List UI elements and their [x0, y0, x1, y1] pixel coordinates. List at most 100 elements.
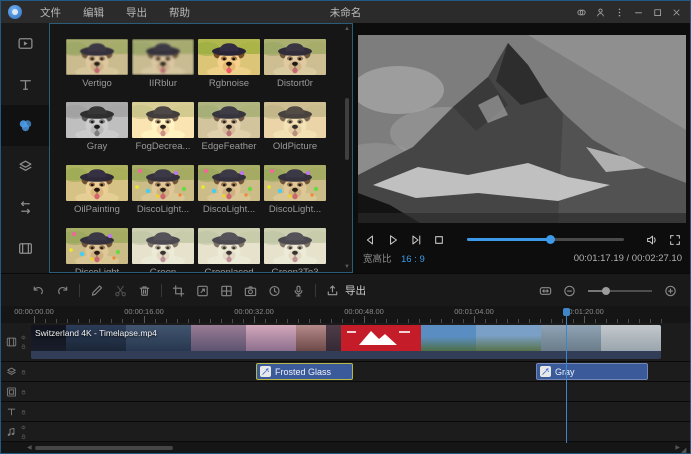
filter-thumbnail: [66, 39, 128, 75]
zoom-out-icon[interactable]: [562, 283, 577, 298]
zoom-in-icon[interactable]: [663, 283, 678, 298]
filter-clip[interactable]: Gray: [536, 363, 648, 380]
trash-icon: [137, 283, 152, 299]
filters-icon: [17, 117, 34, 134]
play-button[interactable]: [386, 232, 400, 246]
horizontal-scrollbar[interactable]: ◀ ▶: [1, 443, 690, 453]
sidebar-item-media[interactable]: [1, 23, 49, 64]
trash-icon[interactable]: [137, 283, 152, 298]
speaker-sm-icon[interactable]: [20, 334, 27, 341]
filter-item[interactable]: OilPainting: [66, 165, 128, 228]
scroll-left-icon[interactable]: ◀: [27, 444, 32, 451]
timecode-display: 00:01:17.19 / 00:02:27.10: [574, 253, 682, 264]
filter-item[interactable]: Vertigo: [66, 39, 128, 102]
duration-icon[interactable]: [267, 283, 282, 298]
timeline-zoom-slider[interactable]: [588, 290, 652, 292]
lock-icon[interactable]: [20, 368, 27, 375]
zoom-frame-icon[interactable]: [195, 283, 210, 298]
mic-icon[interactable]: [291, 283, 306, 298]
crop-icon[interactable]: [171, 283, 186, 298]
filter-item[interactable]: DiscoLight: [66, 228, 128, 273]
seek-bar[interactable]: [467, 238, 624, 241]
scroll-right-icon[interactable]: ▶: [675, 444, 680, 451]
overlays-icon: [17, 158, 34, 175]
filter-item[interactable]: FogDecrea...: [132, 102, 194, 165]
speaker-sm-icon[interactable]: [20, 424, 27, 431]
fit-timeline-icon[interactable]: [538, 283, 553, 298]
aspect-ratio-value[interactable]: 16 : 9: [401, 254, 425, 265]
clip-thumbnail-segment: [246, 325, 296, 351]
track-sub-icons: [20, 388, 27, 395]
close-icon[interactable]: [667, 4, 686, 20]
hscrollbar-thumb[interactable]: [35, 446, 173, 450]
sync-icon[interactable]: [572, 4, 591, 20]
lock-icon[interactable]: [20, 388, 27, 395]
elements-icon: [17, 240, 34, 257]
menu-item[interactable]: 导出: [126, 5, 147, 20]
wand-icon: [260, 366, 271, 377]
filter-item[interactable]: IIRblur: [132, 39, 194, 102]
pencil-icon[interactable]: [89, 283, 104, 298]
lock-icon[interactable]: [20, 433, 27, 440]
sidebar-item-text[interactable]: [1, 64, 49, 105]
scissors-icon[interactable]: [113, 283, 128, 298]
lock-icon[interactable]: [20, 343, 27, 350]
seek-handle[interactable]: [546, 235, 555, 244]
scrollbar-thumb[interactable]: [345, 98, 349, 160]
user-icon[interactable]: [591, 4, 610, 20]
menu-item[interactable]: 文件: [40, 5, 61, 20]
snapshot-icon: [243, 283, 258, 299]
resize-grip[interactable]: ◢: [681, 447, 688, 454]
filter-item[interactable]: Gray: [66, 102, 128, 165]
filter-item[interactable]: OldPicture: [264, 102, 326, 165]
export-button[interactable]: 导出: [325, 283, 366, 298]
filter-thumbnail: [66, 102, 128, 138]
filter-clip-label: Gray: [555, 367, 575, 377]
filter-item[interactable]: Greenlaced: [198, 228, 260, 273]
track-header-video-track: [1, 323, 29, 361]
minimize-icon[interactable]: [629, 4, 648, 20]
filter-item[interactable]: EdgeFeather: [198, 102, 260, 165]
stop-button[interactable]: [432, 232, 446, 246]
filter-name: DiscoLight...: [264, 204, 326, 215]
text-track-icon: [5, 405, 18, 418]
next-frame-button[interactable]: [409, 232, 423, 246]
filter-clip[interactable]: Frosted Glass: [256, 363, 353, 380]
vertical-scrollbar[interactable]: ▲ ▼: [343, 26, 351, 270]
more-icon: [614, 7, 625, 18]
menu-item[interactable]: 帮助: [169, 5, 190, 20]
scroll-down-icon[interactable]: ▼: [343, 264, 351, 270]
sidebar-item-transitions[interactable]: [1, 187, 49, 228]
undo-icon[interactable]: [31, 283, 46, 298]
playhead-handle[interactable]: [563, 308, 570, 316]
sidebar-item-filters[interactable]: [1, 105, 49, 146]
filter-item[interactable]: Rgbnoise: [198, 39, 260, 102]
toolbar-right-group: [538, 274, 678, 307]
time-ruler[interactable]: 00:00:00.0000:00:16.0000:00:32.0000:00:4…: [1, 306, 690, 323]
filter-item[interactable]: DiscoLight...: [264, 165, 326, 228]
filter-item[interactable]: DiscoLight...: [198, 165, 260, 228]
menu-item[interactable]: 编辑: [83, 5, 104, 20]
fullscreen-icon[interactable]: [668, 232, 682, 246]
filter-item[interactable]: Distort0r: [264, 39, 326, 102]
ruler-time-label: 00:00:00.00: [8, 307, 60, 316]
scroll-up-icon[interactable]: ▲: [343, 26, 351, 32]
sidebar-item-elements[interactable]: [1, 228, 49, 269]
redo-icon[interactable]: [55, 283, 70, 298]
sidebar-item-overlays[interactable]: [1, 146, 49, 187]
mosaic-icon[interactable]: [219, 283, 234, 298]
lock-icon[interactable]: [20, 408, 27, 415]
filter-item[interactable]: DiscoLight...: [132, 165, 194, 228]
filter-item[interactable]: Green3To3: [264, 228, 326, 273]
playhead-line[interactable]: [566, 315, 567, 443]
mic-icon: [291, 283, 306, 299]
filter-item[interactable]: Green: [132, 228, 194, 273]
volume-icon[interactable]: [645, 232, 659, 246]
snapshot-icon[interactable]: [243, 283, 258, 298]
prev-frame-button[interactable]: [363, 232, 377, 246]
zoom-slider-handle[interactable]: [602, 287, 610, 295]
maximize-icon[interactable]: [648, 4, 667, 20]
more-icon[interactable]: [610, 4, 629, 20]
preview-info-bar: 宽高比 16 : 9 00:01:17.19 / 00:02:27.10: [363, 251, 682, 265]
filter-name: DiscoLight...: [198, 204, 260, 215]
